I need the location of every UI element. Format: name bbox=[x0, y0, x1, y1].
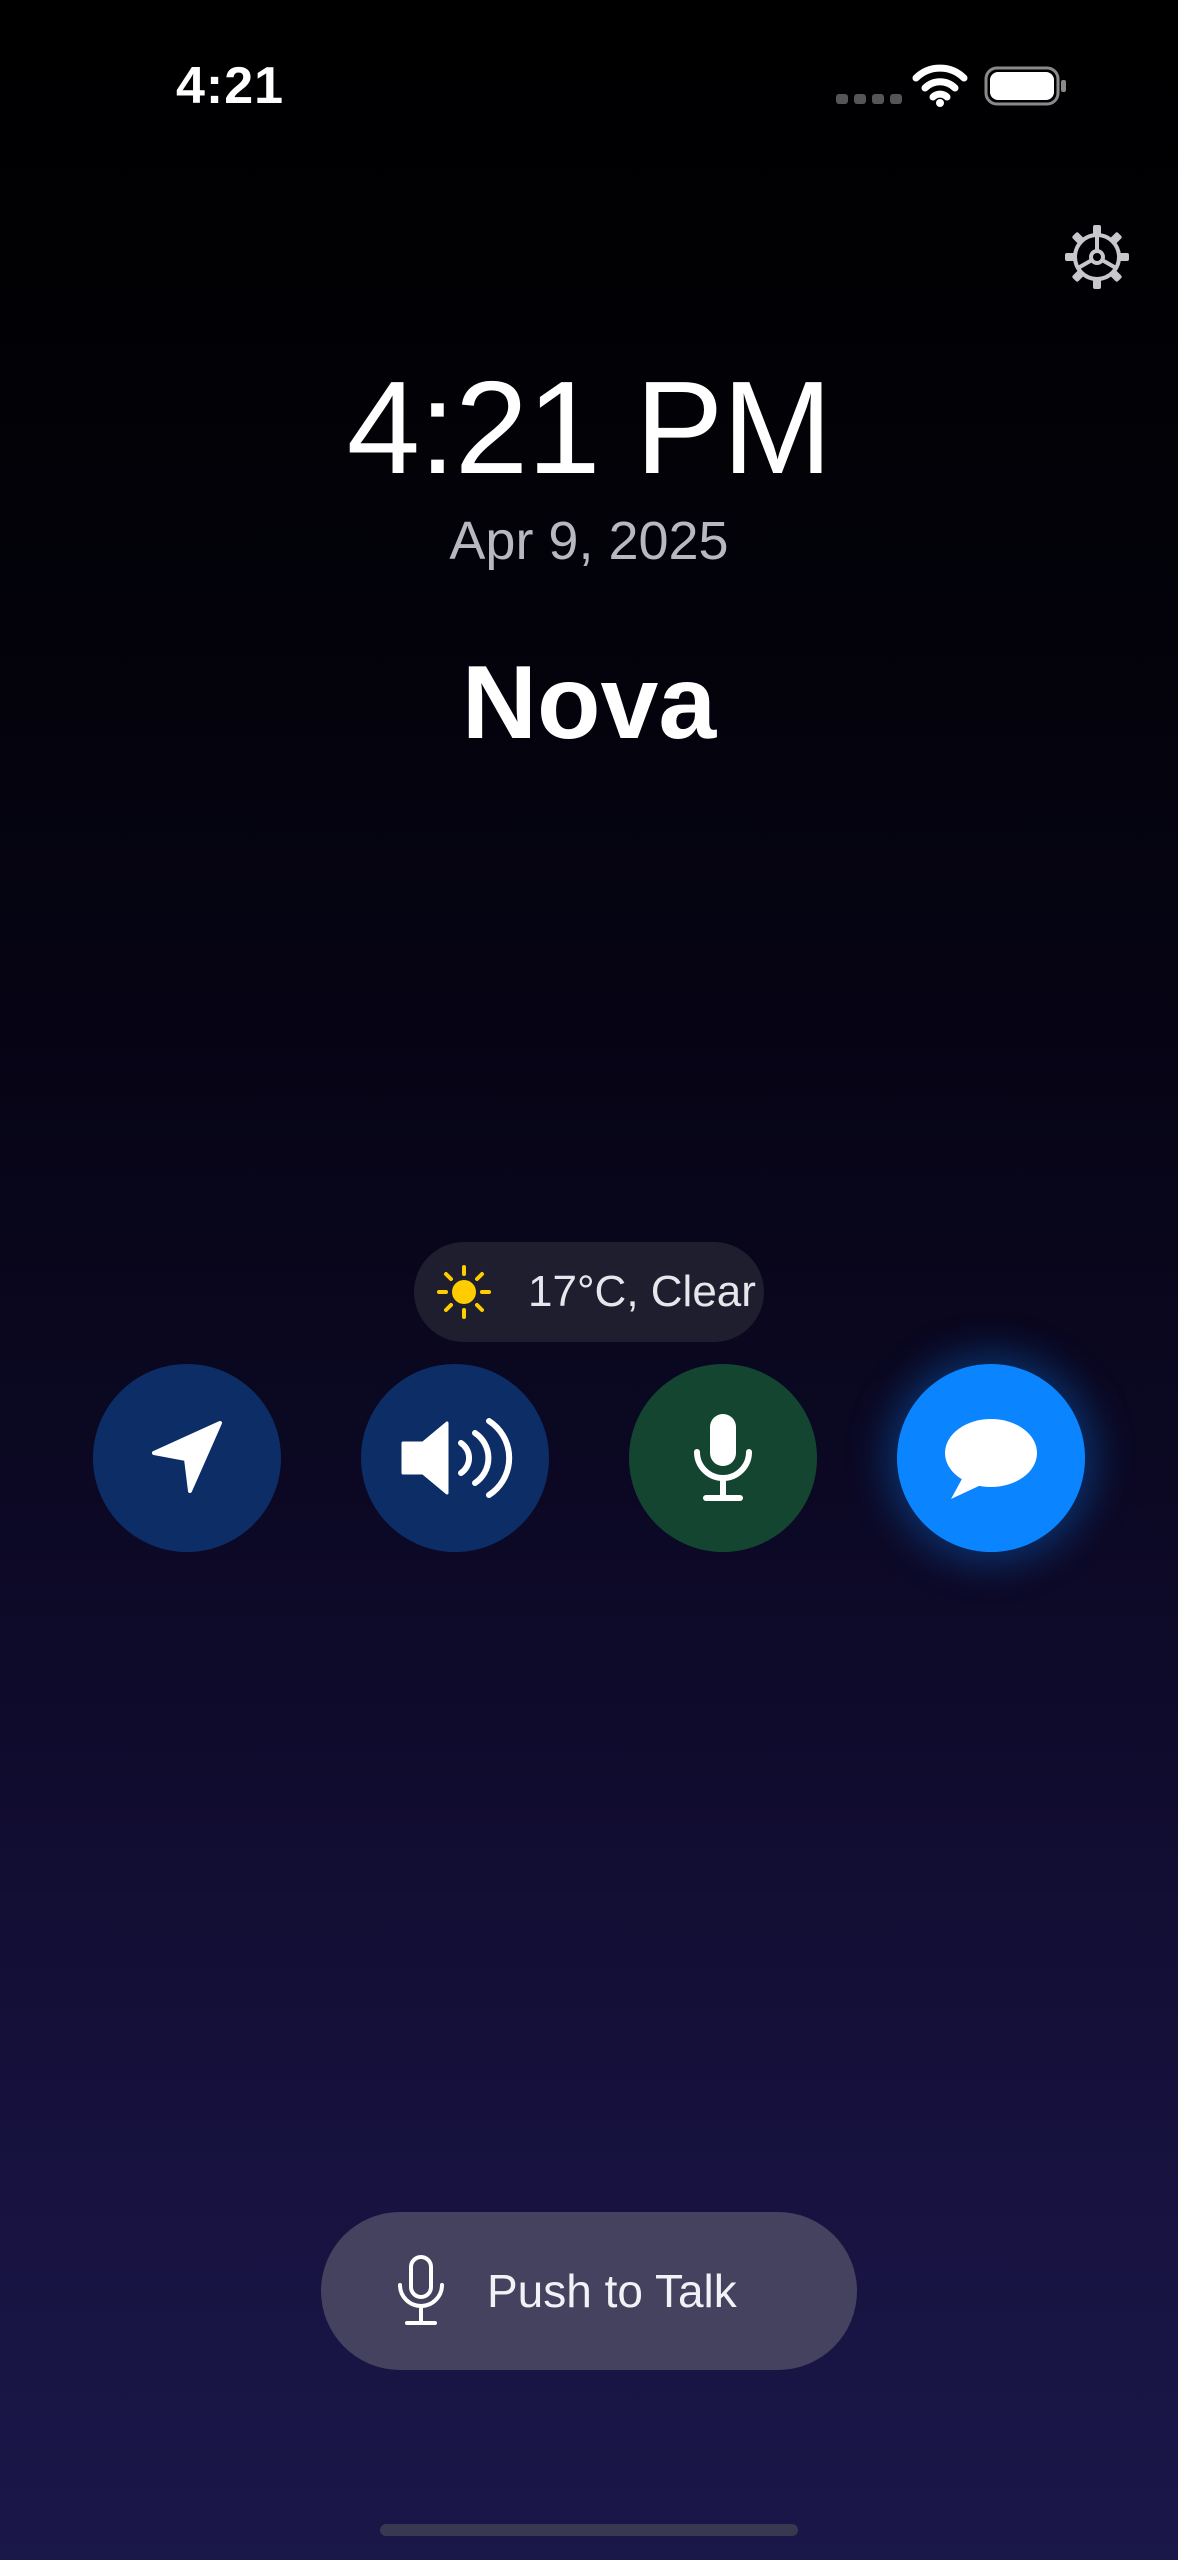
weather-text: 17°C, Clear bbox=[528, 1267, 756, 1316]
chat-button[interactable] bbox=[897, 1364, 1085, 1552]
date-display: Apr 9, 2025 bbox=[449, 511, 729, 571]
settings-gear-icon[interactable] bbox=[1062, 222, 1132, 292]
home-indicator[interactable] bbox=[380, 2524, 798, 2536]
navigation-arrow-icon bbox=[152, 1421, 222, 1493]
microphone-icon bbox=[398, 2255, 444, 2325]
clock-display: 4:21 PM bbox=[346, 354, 833, 501]
push-to-talk-button[interactable]: Push to Talk bbox=[321, 2212, 857, 2370]
status-bar: 4:21 bbox=[0, 0, 1178, 170]
speaker-wave-icon bbox=[401, 1418, 513, 1498]
assistant-name: Nova bbox=[461, 645, 717, 761]
weather-pill: 17°C, Clear bbox=[414, 1242, 764, 1342]
navigation-button[interactable] bbox=[93, 1364, 281, 1552]
wifi-icon bbox=[912, 64, 968, 107]
voice-input-button[interactable] bbox=[629, 1364, 817, 1552]
status-time: 4:21 bbox=[176, 57, 285, 115]
microphone-icon bbox=[694, 1414, 752, 1501]
volume-button[interactable] bbox=[361, 1364, 549, 1552]
sun-icon bbox=[437, 1265, 491, 1319]
chat-bubble-icon bbox=[945, 1419, 1037, 1499]
cellular-signal-icon bbox=[836, 94, 902, 104]
push-to-talk-label: Push to Talk bbox=[487, 2265, 737, 2317]
battery-icon bbox=[984, 66, 1066, 106]
